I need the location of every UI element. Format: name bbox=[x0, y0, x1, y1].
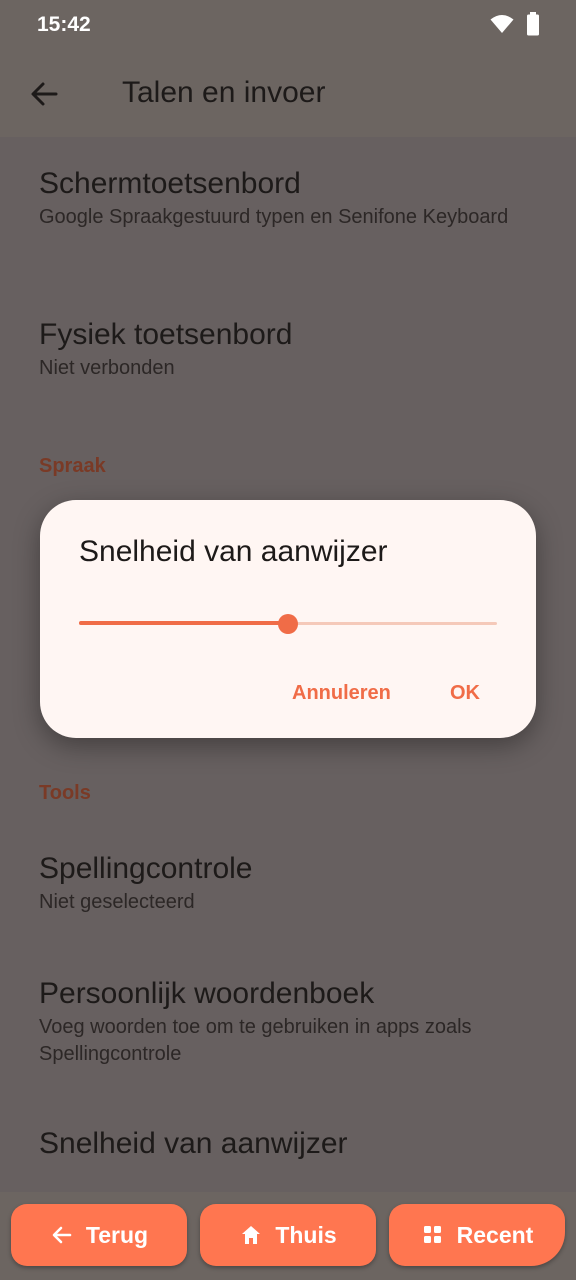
back-button[interactable]: Terug bbox=[11, 1204, 187, 1266]
pointer-speed-slider[interactable] bbox=[79, 606, 497, 642]
page-title: Talen en invoer bbox=[122, 76, 326, 109]
app-bar: Talen en invoer bbox=[0, 50, 576, 137]
slider-track-active bbox=[79, 621, 288, 625]
pointer-speed-dialog: Snelheid van aanwijzer Annuleren OK bbox=[40, 500, 536, 738]
pref-summary: Niet geselecteerd bbox=[39, 891, 195, 913]
pref-physical-keyboard[interactable]: Fysiek toetsenbord Niet verbonden bbox=[39, 317, 539, 382]
arrow-left-icon bbox=[50, 1223, 74, 1247]
wifi-icon bbox=[490, 14, 514, 39]
section-header-speech: Spraak bbox=[39, 455, 106, 477]
pref-title: Persoonlijk woordenboek bbox=[39, 977, 375, 1010]
section-header-tools: Tools bbox=[39, 782, 91, 804]
bottom-nav-bar: Terug Thuis Recent bbox=[0, 1192, 576, 1280]
pref-summary: Niet verbonden bbox=[39, 357, 175, 379]
slider-thumb[interactable] bbox=[278, 614, 298, 634]
cancel-button[interactable]: Annuleren bbox=[292, 682, 391, 705]
status-bar: 15:42 bbox=[0, 0, 576, 50]
status-time: 15:42 bbox=[37, 13, 91, 36]
ok-button[interactable]: OK bbox=[450, 682, 480, 705]
pref-spellcheck[interactable]: Spellingcontrole Niet geselecteerd bbox=[39, 851, 539, 916]
pref-pointer-speed[interactable]: Snelheid van aanwijzer bbox=[39, 1126, 348, 1162]
dialog-title: Snelheid van aanwijzer bbox=[79, 535, 388, 568]
battery-icon bbox=[526, 12, 540, 41]
pref-title: Fysiek toetsenbord bbox=[39, 318, 293, 351]
recent-button[interactable]: Recent bbox=[389, 1204, 565, 1266]
recent-label: Recent bbox=[456, 1221, 534, 1248]
grid-icon bbox=[421, 1223, 445, 1247]
status-icons bbox=[490, 12, 540, 41]
back-arrow-icon[interactable] bbox=[26, 76, 62, 112]
home-label: Thuis bbox=[275, 1221, 337, 1248]
home-icon bbox=[239, 1223, 263, 1247]
pref-title: Snelheid van aanwijzer bbox=[39, 1127, 348, 1160]
home-button[interactable]: Thuis bbox=[200, 1204, 376, 1266]
back-label: Terug bbox=[85, 1221, 149, 1248]
pref-title: Schermtoetsenbord bbox=[39, 167, 301, 200]
pref-title: Spellingcontrole bbox=[39, 852, 253, 885]
pref-summary: Google Spraakgestuurd typen en Senifone … bbox=[39, 206, 509, 228]
pref-summary: Voeg woorden toe om te gebruiken in apps… bbox=[39, 1016, 472, 1065]
pref-personal-dictionary[interactable]: Persoonlijk woordenboek Voeg woorden toe… bbox=[39, 976, 539, 1068]
pref-onscreen-keyboard[interactable]: Schermtoetsenbord Google Spraakgestuurd … bbox=[39, 166, 539, 231]
